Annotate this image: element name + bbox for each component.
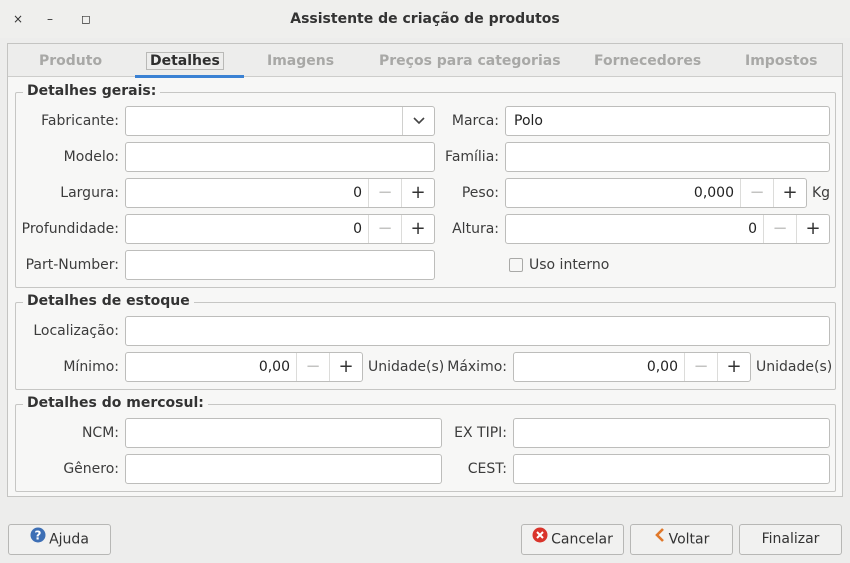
profundidade-label: Profundidade: xyxy=(21,221,119,237)
altura-increment-button[interactable]: + xyxy=(796,215,829,243)
cest-field[interactable] xyxy=(513,454,830,484)
finish-button[interactable]: Finalizar xyxy=(739,524,842,555)
window-title: Assistente de criação de produtos xyxy=(290,11,560,27)
altura-spin[interactable]: 0 − + xyxy=(505,214,830,244)
familia-label: Família: xyxy=(445,149,499,165)
tab-precos-categorias[interactable]: Preços para categorias xyxy=(379,44,561,77)
title-bar: × – ◻ Assistente de criação de produtos xyxy=(0,0,850,38)
general-details-title: Detalhes gerais: xyxy=(23,83,161,99)
maximo-unit: Unidade(s) xyxy=(756,359,833,375)
tab-produto[interactable]: Produto xyxy=(39,44,102,77)
largura-increment-button[interactable]: + xyxy=(401,179,434,207)
largura-value: 0 xyxy=(353,185,362,201)
cest-label: CEST: xyxy=(467,461,507,477)
peso-increment-button[interactable]: + xyxy=(773,179,806,207)
peso-value: 0,000 xyxy=(693,185,734,201)
help-icon: ? xyxy=(30,525,46,554)
altura-decrement-button[interactable]: − xyxy=(763,215,796,243)
minimo-value: 0,00 xyxy=(258,359,290,375)
localizacao-label: Localização: xyxy=(33,323,119,339)
tab-imagens[interactable]: Imagens xyxy=(267,44,334,77)
profundidade-increment-button[interactable]: + xyxy=(401,215,434,243)
help-button-label: Ajuda xyxy=(49,531,89,548)
marca-field[interactable]: Polo xyxy=(505,106,830,136)
maximo-decrement-button[interactable]: − xyxy=(684,353,717,381)
minimo-unit: Unidade(s) xyxy=(368,359,445,375)
profundidade-value: 0 xyxy=(353,221,362,237)
maximo-value: 0,00 xyxy=(646,359,678,375)
extipi-field[interactable] xyxy=(513,418,830,448)
tab-label: Detalhes xyxy=(146,52,224,70)
extipi-label: EX TIPI: xyxy=(454,425,507,441)
maximo-increment-button[interactable]: + xyxy=(717,353,750,381)
chevron-down-icon[interactable] xyxy=(402,107,434,135)
cancel-button-label: Cancelar xyxy=(551,531,613,548)
uso-interno-checkbox[interactable] xyxy=(509,258,523,272)
peso-decrement-button[interactable]: − xyxy=(740,179,773,207)
help-button[interactable]: ? Ajuda xyxy=(8,524,111,555)
altura-value: 0 xyxy=(748,221,757,237)
svg-text:?: ? xyxy=(35,529,42,543)
familia-field[interactable] xyxy=(505,142,830,172)
back-button[interactable]: Voltar xyxy=(630,524,733,555)
fabricante-label: Fabricante: xyxy=(41,113,119,129)
uso-interno-label[interactable]: Uso interno xyxy=(529,251,609,279)
altura-label: Altura: xyxy=(452,221,499,237)
minimo-increment-button[interactable]: + xyxy=(329,353,362,381)
tab-impostos[interactable]: Impostos xyxy=(745,44,817,77)
minimo-spin[interactable]: 0,00 − + xyxy=(125,352,363,382)
mercosul-details-title: Detalhes do mercosul: xyxy=(23,395,208,411)
stock-details-frame: Detalhes de estoque Localização: Mínimo:… xyxy=(15,293,836,390)
peso-unit: Kg xyxy=(812,185,831,201)
ncm-label: NCM: xyxy=(81,425,119,441)
profundidade-spin[interactable]: 0 − + xyxy=(125,214,435,244)
mercosul-details-frame: Detalhes do mercosul: NCM: EX TIPI: Gêne… xyxy=(15,395,836,492)
maximo-spin[interactable]: 0,00 − + xyxy=(513,352,751,382)
tab-detalhes[interactable]: Detalhes xyxy=(135,44,244,78)
tab-label: Impostos xyxy=(745,53,818,69)
tab-label: Fornecedores xyxy=(594,53,702,69)
finish-button-label: Finalizar xyxy=(761,531,820,547)
partnumber-label: Part-Number: xyxy=(25,257,119,273)
tab-fornecedores[interactable]: Fornecedores xyxy=(594,44,701,77)
tab-label: Preços para categorias xyxy=(379,53,561,69)
tab-label: Produto xyxy=(39,53,103,69)
modelo-label: Modelo: xyxy=(63,149,119,165)
peso-label: Peso: xyxy=(461,185,499,201)
largura-decrement-button[interactable]: − xyxy=(368,179,401,207)
ncm-field[interactable] xyxy=(125,418,442,448)
modelo-field[interactable] xyxy=(125,142,435,172)
back-button-label: Voltar xyxy=(668,531,710,548)
stock-details-title: Detalhes de estoque xyxy=(23,293,194,309)
marca-label: Marca: xyxy=(451,113,499,129)
minimo-decrement-button[interactable]: − xyxy=(296,353,329,381)
fabricante-combo[interactable] xyxy=(125,106,435,136)
notebook: Produto Detalhes Imagens Preços para cat… xyxy=(7,43,843,497)
peso-spin[interactable]: 0,000 − + xyxy=(505,178,807,208)
cancel-button[interactable]: Cancelar xyxy=(521,524,624,555)
partnumber-field[interactable] xyxy=(125,250,435,280)
minimo-label: Mínimo: xyxy=(63,359,119,375)
tab-label: Imagens xyxy=(267,53,335,69)
active-tab-indicator xyxy=(135,75,244,78)
cancel-icon xyxy=(532,525,548,554)
maximo-label: Máximo: xyxy=(447,359,507,375)
genero-field[interactable] xyxy=(125,454,442,484)
tab-strip: Produto Detalhes Imagens Preços para cat… xyxy=(8,44,842,78)
localizacao-field[interactable] xyxy=(125,316,830,346)
genero-label: Gênero: xyxy=(63,461,119,477)
largura-label: Largura: xyxy=(60,185,119,201)
back-arrow-icon xyxy=(654,525,666,554)
largura-spin[interactable]: 0 − + xyxy=(125,178,435,208)
general-details-frame: Detalhes gerais: Fabricante: Marca: Polo… xyxy=(15,83,836,288)
profundidade-decrement-button[interactable]: − xyxy=(368,215,401,243)
